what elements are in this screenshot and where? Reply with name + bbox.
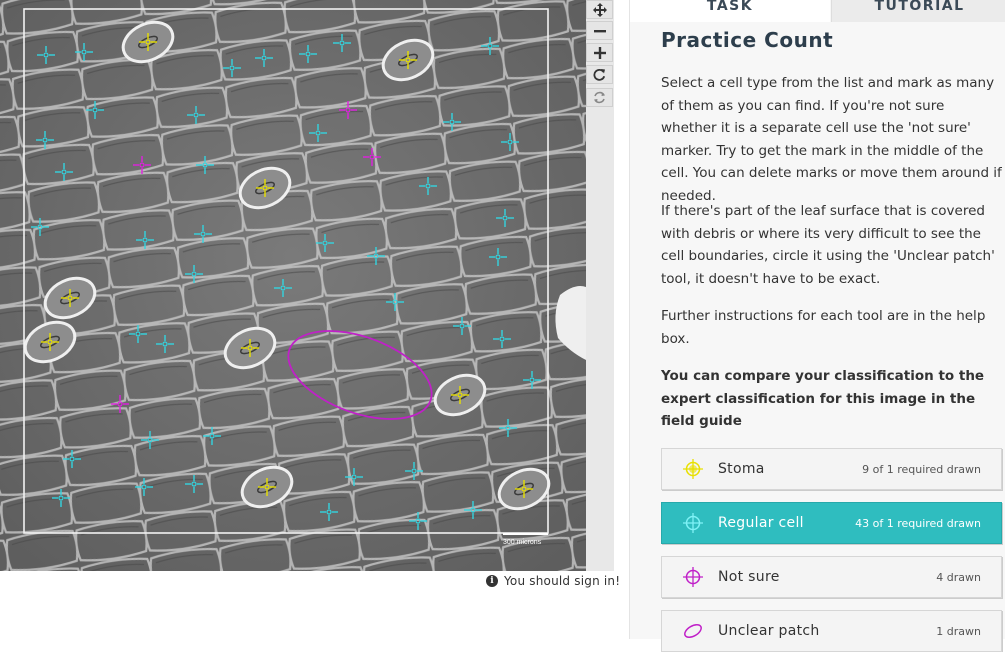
tool-unclear-patch[interactable]: Unclear patch 1 drawn	[661, 610, 1002, 652]
panel-tabs: TASK TUTORIAL	[630, 0, 1005, 22]
instructions-paragraph-3: Further instructions for each tool are i…	[661, 308, 986, 347]
task-panel: TASK TUTORIAL Practice Count Select a ce…	[629, 0, 1005, 652]
crosshair-icon	[683, 513, 703, 533]
tool-stoma-label: Stoma	[718, 461, 765, 477]
instructions-paragraph-2: If there's part of the leaf surface that…	[661, 203, 995, 287]
zoom-in-icon	[593, 46, 606, 59]
reset-icon	[594, 91, 605, 104]
sign-in-notice[interactable]: i You should sign in!	[486, 574, 620, 588]
move-button[interactable]	[586, 0, 613, 19]
zoom-out-icon	[593, 29, 606, 32]
info-icon: i	[486, 575, 498, 587]
tool-regular-cell-label: Regular cell	[718, 515, 804, 531]
tool-not-sure[interactable]: Not sure 4 drawn	[661, 556, 1002, 598]
tab-tutorial[interactable]: TUTORIAL	[831, 0, 1005, 22]
task-title: Practice Count	[661, 28, 834, 52]
tool-not-sure-count: 4 drawn	[936, 570, 981, 584]
rotate-button[interactable]	[586, 65, 613, 84]
tool-stoma[interactable]: Stoma 9 of 1 required drawn	[661, 448, 1002, 490]
crosshair-icon	[683, 567, 703, 587]
image-viewer[interactable]: 300 microns	[0, 0, 586, 571]
zoom-out-button[interactable]	[586, 21, 613, 40]
tool-unclear-patch-count: 1 drawn	[936, 624, 981, 638]
tool-regular-cell[interactable]: Regular cell 43 of 1 required drawn	[661, 502, 1002, 544]
zoom-in-button[interactable]	[586, 43, 613, 62]
tool-stoma-count: 9 of 1 required drawn	[862, 462, 981, 476]
tool-unclear-patch-label: Unclear patch	[718, 623, 820, 639]
instructions-paragraph-1: Select a cell type from the list and mar…	[661, 75, 1002, 204]
sign-in-text: You should sign in!	[504, 574, 621, 588]
tool-regular-cell-count: 43 of 1 required drawn	[855, 516, 981, 530]
leaf-surface-image[interactable]: 300 microns	[0, 0, 586, 571]
move-icon	[592, 2, 607, 17]
scale-bar-label: 300 microns	[503, 539, 542, 546]
tool-not-sure-label: Not sure	[718, 569, 780, 585]
tab-task[interactable]: TASK	[630, 0, 830, 22]
viewer-controls-bar	[586, 0, 614, 571]
crosshair-icon	[683, 459, 703, 479]
task-content: Practice Count Select a cell type from t…	[661, 28, 1003, 429]
reset-button[interactable]	[586, 88, 613, 107]
field-guide-note: You can compare your classification to t…	[661, 368, 985, 429]
rotate-icon	[593, 68, 606, 81]
